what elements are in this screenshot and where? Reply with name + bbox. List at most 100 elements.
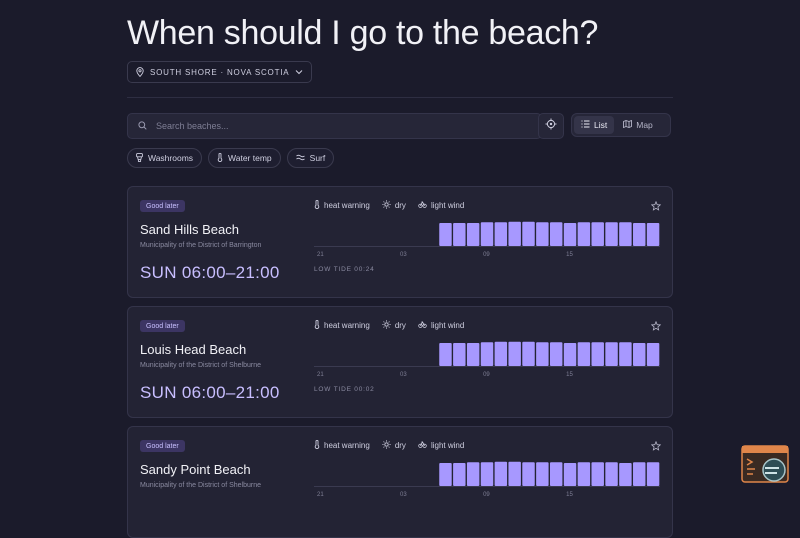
- chart-bar: [508, 341, 521, 366]
- condition-tags: heat warning dry light wind: [314, 319, 464, 331]
- hourly-score-chart: 21 03 09 15: [314, 221, 660, 257]
- tag-label: light wind: [430, 441, 465, 450]
- chart-bar: [633, 462, 646, 486]
- region-label: SOUTH SHORE · NOVA SCOTIA: [150, 67, 290, 77]
- status-badge: Good later: [140, 440, 185, 452]
- thermometer-icon: [314, 199, 320, 211]
- chart-bar: [439, 463, 452, 486]
- condition-tags: heat warning dry light wind: [314, 199, 464, 211]
- map-view-button[interactable]: Map: [616, 116, 660, 134]
- tag-light-wind: light wind: [418, 320, 464, 331]
- chart-bar: [522, 221, 535, 246]
- municipality: Municipality of the District of Barringt…: [140, 242, 262, 249]
- locate-me-button[interactable]: [538, 113, 564, 139]
- list-view-button[interactable]: List: [574, 116, 615, 134]
- chart-bar: [480, 342, 494, 366]
- chart-bar: [466, 223, 480, 246]
- search-input[interactable]: [154, 120, 518, 132]
- chart-bar: [619, 463, 632, 486]
- hourly-score-chart: 21 03 09 15: [314, 341, 660, 377]
- favorite-star-icon[interactable]: [650, 198, 662, 216]
- tag-label: dry: [394, 321, 406, 330]
- filter-washrooms[interactable]: Washrooms: [127, 148, 203, 168]
- chart-bar: [549, 342, 563, 366]
- tag-dry: dry: [382, 440, 406, 451]
- filter-surf[interactable]: Surf: [286, 148, 335, 168]
- beach-name: Sandy Point Beach: [140, 462, 251, 477]
- chart-bar: [453, 343, 466, 366]
- chart-bar: [494, 461, 508, 486]
- tag-dry: dry: [382, 320, 406, 331]
- chart-bar: [591, 342, 604, 366]
- chart-bar: [439, 343, 452, 366]
- chevron-down-icon: [295, 69, 303, 75]
- tag-label: heat warning: [324, 321, 370, 330]
- chart-bar: [453, 223, 466, 246]
- thermometer-icon: [314, 439, 320, 451]
- tag-light-wind: light wind: [418, 440, 464, 451]
- chart-bar: [577, 222, 591, 246]
- municipality: Municipality of the District of Shelburn…: [140, 482, 261, 489]
- hourly-score-chart: 21 03 09 15: [314, 461, 660, 497]
- chart-bar: [633, 343, 646, 366]
- chart-bar: [577, 462, 591, 486]
- chart-bar: [536, 222, 549, 246]
- map-icon: [623, 119, 633, 130]
- chart-bar: [522, 341, 535, 366]
- beach-card[interactable]: Good later Louis Head Beach Municipality…: [127, 306, 673, 418]
- list-view-label: List: [594, 120, 608, 130]
- chart-tick-label: 21: [317, 372, 324, 377]
- chart-bar: [563, 223, 577, 246]
- chart-bar: [591, 222, 604, 246]
- tag-dry: dry: [382, 200, 406, 211]
- chart-tick-label: 09: [483, 492, 490, 497]
- sun-icon: [382, 200, 391, 211]
- chart-bar: [646, 343, 660, 366]
- chart-bar: [536, 462, 549, 486]
- chart-bar: [480, 222, 494, 246]
- status-badge: Good later: [140, 200, 185, 212]
- chart-bar: [633, 223, 646, 246]
- filter-water-temp[interactable]: Water temp: [208, 148, 281, 168]
- tag-heat-warning: heat warning: [314, 439, 370, 451]
- beach-card[interactable]: Good later Sand Hills Beach Municipality…: [127, 186, 673, 298]
- thermometer-icon: [217, 152, 223, 164]
- chart-bar: [522, 462, 535, 486]
- wind-icon: [418, 320, 427, 331]
- chart-bar: [549, 222, 563, 246]
- wind-icon: [418, 440, 427, 451]
- chart-tick-label: 21: [317, 252, 324, 257]
- beach-name: Louis Head Beach: [140, 342, 247, 357]
- chart-bar: [536, 342, 549, 366]
- low-tide-time: LOW TIDE 00:24: [314, 266, 375, 273]
- region-selector[interactable]: SOUTH SHORE · NOVA SCOTIA: [127, 61, 313, 83]
- filter-chips: Washrooms Water temp Surf: [127, 148, 335, 168]
- chart-bar: [605, 462, 618, 486]
- tag-label: heat warning: [324, 201, 370, 210]
- chart-tick-label: 03: [400, 252, 407, 257]
- chart-tick-label: 03: [400, 372, 407, 377]
- municipality: Municipality of the District of Shelburn…: [140, 362, 261, 369]
- favorite-star-icon[interactable]: [650, 438, 662, 456]
- chart-bar: [494, 222, 508, 246]
- favorite-star-icon[interactable]: [650, 318, 662, 336]
- chart-tick-label: 09: [483, 252, 490, 257]
- condition-tags: heat warning dry light wind: [314, 439, 464, 451]
- chart-tick-label: 15: [566, 492, 573, 497]
- chart-bar: [619, 222, 632, 246]
- tag-heat-warning: heat warning: [314, 199, 370, 211]
- search-bar[interactable]: [127, 113, 542, 139]
- chart-bar: [453, 463, 466, 486]
- chart-bar: [439, 223, 452, 246]
- beach-card[interactable]: Good later Sandy Point Beach Municipalit…: [127, 426, 673, 538]
- map-pin-icon: [136, 67, 144, 77]
- best-window: SUN 06:00–21:00: [140, 383, 280, 402]
- low-tide-time: LOW TIDE 00:02: [314, 386, 375, 393]
- filter-label: Water temp: [228, 153, 272, 163]
- filter-label: Washrooms: [148, 153, 194, 163]
- crosshair-icon: [545, 117, 557, 135]
- chart-bar: [646, 223, 660, 246]
- chart-bar: [563, 463, 577, 486]
- sun-icon: [382, 440, 391, 451]
- chart-bar: [549, 462, 563, 486]
